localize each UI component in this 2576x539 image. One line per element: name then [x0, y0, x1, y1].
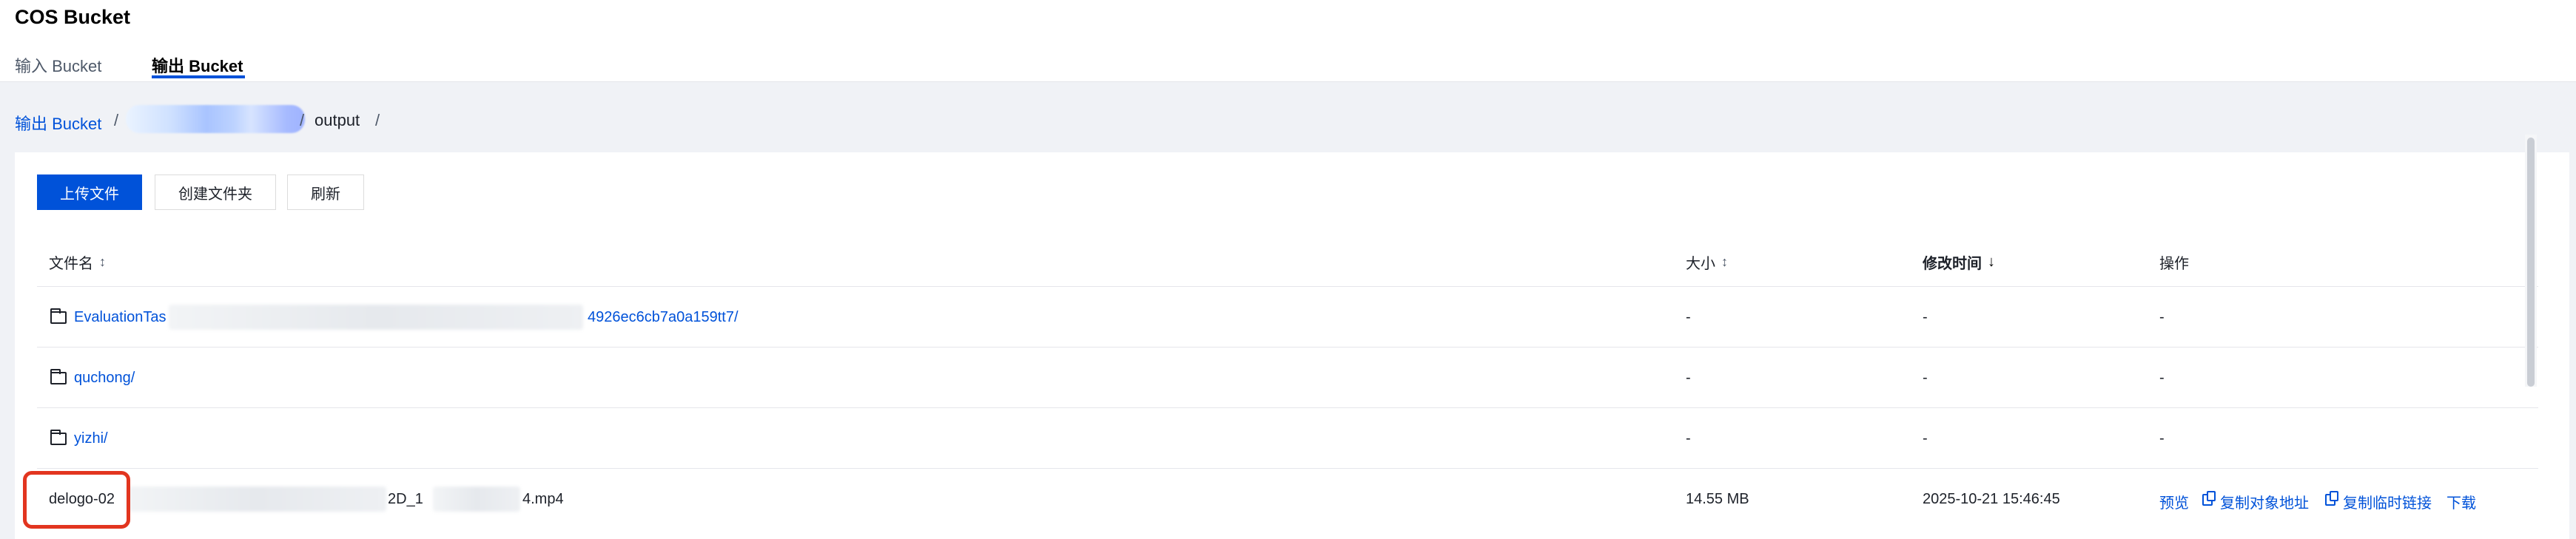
file-name-link-quchong[interactable]: quchong/ — [74, 370, 135, 387]
file-name-link-evaluationtask[interactable]: EvaluationTas — [74, 309, 167, 326]
copy-temp-link-link[interactable]: 复制临时链接 — [2343, 491, 2432, 512]
divider — [37, 468, 2538, 469]
divider — [37, 407, 2538, 408]
column-header-ops: 操作 — [2159, 251, 2189, 273]
tab-input-bucket[interactable]: 输入 Bucket — [15, 53, 101, 77]
folder-icon — [50, 369, 67, 384]
redacted-filename-part — [433, 487, 520, 512]
redacted-filename-part — [126, 487, 386, 512]
breadcrumb-redacted-segment — [126, 105, 305, 133]
file-mtime: - — [1923, 309, 1928, 325]
file-size: 14.55 MB — [1686, 491, 1749, 507]
file-size: - — [1686, 430, 1691, 447]
column-header-size-label: 大小 — [1686, 256, 1715, 272]
breadcrumb-separator: / — [300, 111, 305, 129]
file-list-card: 上传文件 创建文件夹 刷新 文件名 ↕ 大小 ↕ 修改时间 ↓ 操作 Evalu… — [15, 152, 2569, 539]
column-header-ops-label: 操作 — [2159, 256, 2189, 272]
header: COS Bucket 输入 Bucket 输出 Bucket — [0, 0, 2576, 82]
breadcrumb-root-link[interactable]: 输出 Bucket — [15, 111, 101, 135]
file-ops: - — [2159, 370, 2165, 386]
file-mtime: 2025-10-21 15:46:45 — [1923, 491, 2060, 507]
active-tab-indicator — [152, 75, 245, 78]
file-name-link-evaluationtask-suffix[interactable]: 4926ec6cb7a0a159tt7/ — [588, 309, 739, 326]
column-header-name[interactable]: 文件名 ↕ — [49, 251, 106, 273]
column-header-mtime-label: 修改时间 — [1923, 256, 1982, 272]
refresh-button[interactable]: 刷新 — [287, 174, 364, 210]
file-ops: - — [2159, 430, 2165, 447]
file-name-delogo-suffix: 4.mp4 — [522, 491, 564, 507]
folder-icon — [50, 430, 67, 445]
column-header-size[interactable]: 大小 ↕ — [1686, 251, 1728, 273]
sort-both-icon[interactable]: ↕ — [99, 254, 106, 270]
divider — [37, 286, 2538, 287]
breadcrumb-current-folder: output — [315, 111, 360, 129]
sort-descending-icon[interactable]: ↓ — [1988, 254, 1995, 271]
copy-icon — [2202, 491, 2216, 506]
file-size: - — [1686, 309, 1691, 325]
upload-file-button[interactable]: 上传文件 — [37, 174, 142, 210]
sort-both-icon[interactable]: ↕ — [1721, 254, 1728, 270]
cos-bucket-page: COS Bucket 输入 Bucket 输出 Bucket 输出 Bucket… — [0, 0, 2576, 539]
file-name-link-yizhi[interactable]: yizhi/ — [74, 430, 108, 447]
column-header-name-label: 文件名 — [49, 256, 93, 272]
tab-output-bucket[interactable]: 输出 Bucket — [152, 53, 243, 77]
file-mtime: - — [1923, 370, 1928, 386]
download-link[interactable]: 下载 — [2446, 491, 2476, 512]
copy-object-url-link[interactable]: 复制对象地址 — [2220, 491, 2309, 512]
file-mtime: - — [1923, 430, 1928, 447]
file-ops: - — [2159, 309, 2165, 325]
highlight-box — [23, 471, 130, 529]
create-folder-button[interactable]: 创建文件夹 — [155, 174, 276, 210]
copy-icon — [2325, 491, 2338, 506]
redacted-filename-part — [169, 305, 583, 330]
file-name-delogo-mid: 2D_1 — [388, 491, 423, 507]
folder-icon — [50, 308, 67, 324]
breadcrumb-separator: / — [375, 111, 380, 129]
preview-link[interactable]: 预览 — [2159, 491, 2189, 512]
scrollbar-thumb[interactable] — [2527, 138, 2535, 387]
breadcrumb-separator: / — [114, 111, 119, 129]
file-size: - — [1686, 370, 1691, 386]
column-header-mtime[interactable]: 修改时间 ↓ — [1923, 251, 1995, 273]
page-title: COS Bucket — [15, 6, 131, 28]
divider — [37, 347, 2538, 348]
